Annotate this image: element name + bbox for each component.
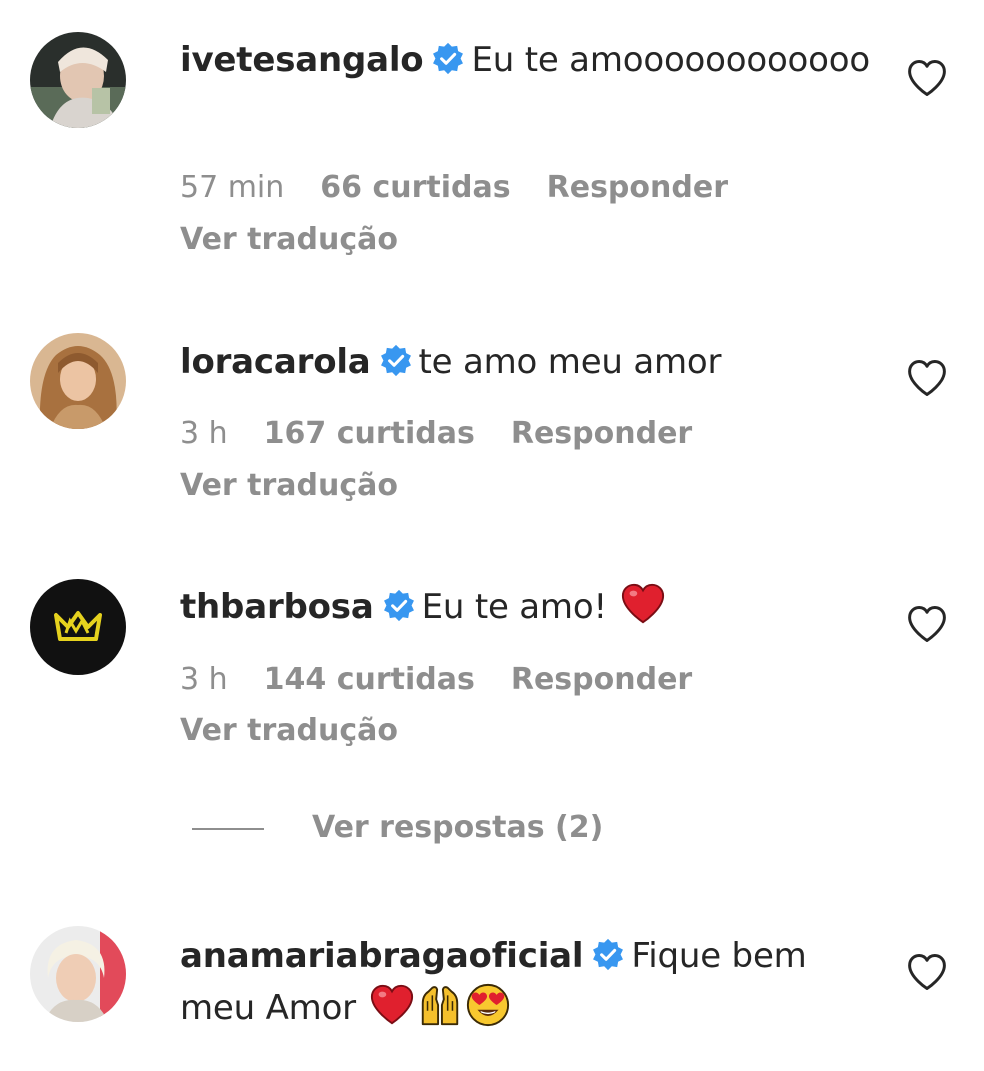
reply-button[interactable]: Responder xyxy=(511,416,692,451)
heart-eyes-emoji-icon xyxy=(466,983,509,1027)
replies-divider-line xyxy=(192,827,264,830)
comment-time: 3 h xyxy=(180,662,228,697)
verified-badge-icon xyxy=(433,42,464,75)
view-replies-label: Ver respostas (2) xyxy=(312,810,604,845)
avatar[interactable] xyxy=(30,333,126,429)
comment-meta: 3 h 144 curtidas Responder xyxy=(180,662,692,697)
view-replies-button[interactable]: Ver respostas (2) xyxy=(192,810,603,845)
like-heart-icon[interactable] xyxy=(906,952,948,992)
comment-text-block: ivetesangalo Eu te amoooooooooooo xyxy=(180,34,870,86)
avatar[interactable] xyxy=(30,926,126,1022)
comment-text: te amo meu amor xyxy=(418,342,722,382)
username[interactable]: loracarola xyxy=(180,342,371,382)
username[interactable]: anamariabragaoficial xyxy=(180,936,584,976)
comment-time: 57 min xyxy=(180,170,285,205)
comment-meta: 57 min 66 curtidas Responder xyxy=(180,170,728,205)
red-heart-emoji-icon xyxy=(621,583,664,624)
username[interactable]: thbarbosa xyxy=(180,587,374,627)
comment-time: 3 h xyxy=(180,416,228,451)
like-heart-icon[interactable] xyxy=(906,358,948,398)
verified-badge-icon xyxy=(380,344,411,377)
likes-count[interactable]: 167 curtidas xyxy=(264,416,475,451)
like-heart-icon[interactable] xyxy=(906,58,948,98)
see-translation-link[interactable]: Ver tradução xyxy=(180,468,398,503)
comment-text: Eu te amoooooooooooo xyxy=(471,40,870,80)
comment-text-block: loracarola te amo meu amor xyxy=(180,336,870,388)
raising-hands-emoji-icon xyxy=(421,986,458,1026)
see-translation-link[interactable]: Ver tradução xyxy=(180,222,398,257)
like-heart-icon[interactable] xyxy=(906,604,948,644)
comment-text-block: thbarbosa Eu te amo! xyxy=(180,581,870,633)
username[interactable]: ivetesangalo xyxy=(180,40,424,80)
avatar[interactable] xyxy=(30,32,126,128)
comment-meta: 3 h 167 curtidas Responder xyxy=(180,416,692,451)
red-heart-emoji-icon xyxy=(370,984,413,1025)
reply-button[interactable]: Responder xyxy=(511,662,692,697)
reply-button[interactable]: Responder xyxy=(547,170,728,205)
see-translation-link[interactable]: Ver tradução xyxy=(180,713,398,748)
verified-badge-icon xyxy=(383,589,414,622)
likes-count[interactable]: 66 curtidas xyxy=(320,170,510,205)
likes-count[interactable]: 144 curtidas xyxy=(264,662,475,697)
avatar[interactable] xyxy=(30,579,126,675)
verified-badge-icon xyxy=(593,938,624,971)
comment-text: Eu te amo! xyxy=(421,587,607,627)
comment-text-block: anamariabragaoficial Fique bem meu Amor xyxy=(180,930,870,1034)
